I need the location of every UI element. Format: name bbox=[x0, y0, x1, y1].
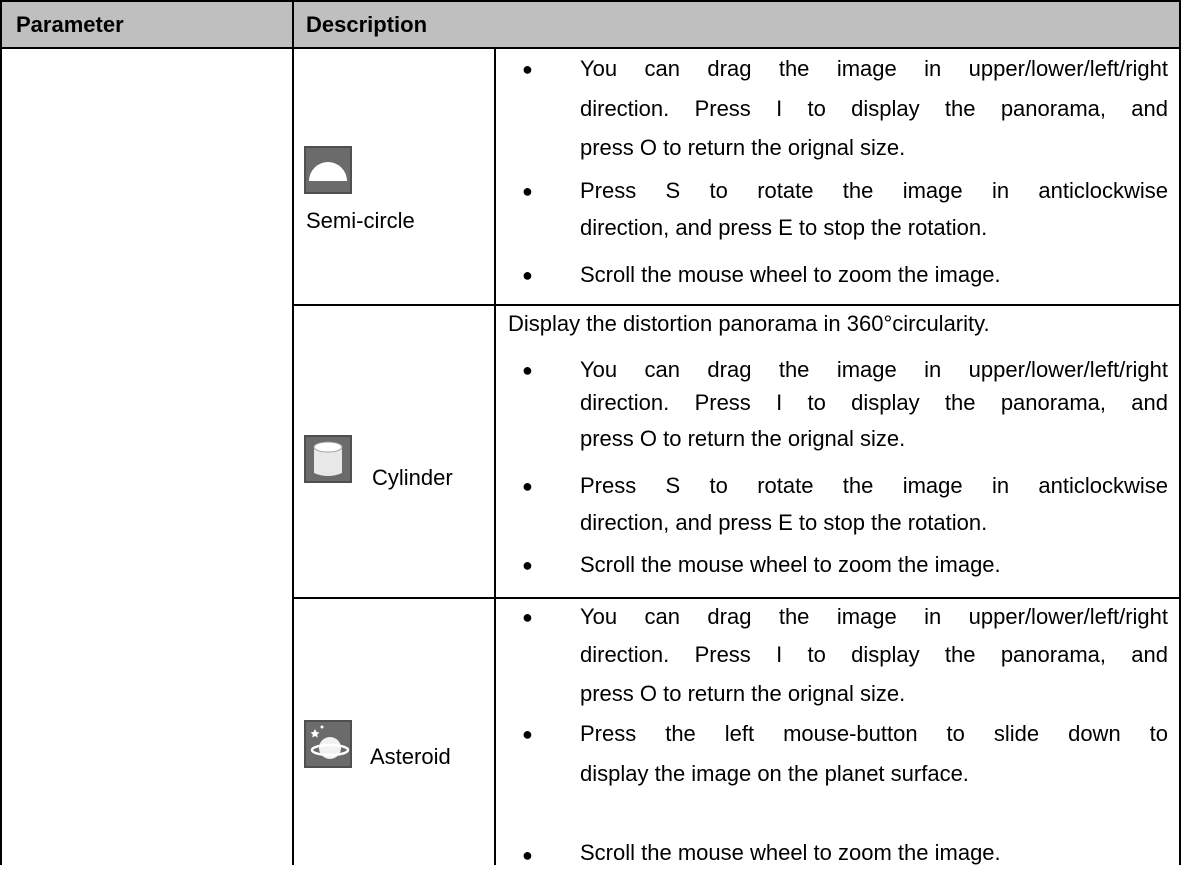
table-border-top bbox=[0, 0, 1181, 2]
description-line: Scroll the mouse wheel to zoom the image… bbox=[580, 840, 1001, 865]
description-line: direction, and press E to stop the rotat… bbox=[580, 215, 988, 240]
row-divider-1 bbox=[294, 304, 1181, 306]
description-line: Press S to rotate the image in anticlock… bbox=[580, 178, 1168, 203]
description-line: direction, and press E to stop the rotat… bbox=[580, 510, 988, 535]
description-line: press O to return the orignal size. bbox=[580, 135, 906, 160]
bullet-icon: ● bbox=[522, 265, 533, 285]
bullet-icon: ● bbox=[522, 59, 533, 79]
description-line: You can drag the image in upper/lower/le… bbox=[580, 604, 1168, 629]
description-line: direction. Press I to display the panora… bbox=[580, 96, 1168, 121]
bullet-icon: ● bbox=[522, 360, 533, 380]
mode-label-semi-circle: Semi-circle bbox=[306, 208, 415, 233]
bullet-icon: ● bbox=[522, 181, 533, 201]
row-divider-2 bbox=[294, 597, 1181, 599]
mode-label-cylinder: Cylinder bbox=[372, 465, 453, 490]
column-divider-parameter bbox=[292, 0, 294, 865]
description-line: Scroll the mouse wheel to zoom the image… bbox=[580, 552, 1001, 577]
description-line: Scroll the mouse wheel to zoom the image… bbox=[580, 262, 1001, 287]
description-line: direction. Press I to display the panora… bbox=[580, 390, 1168, 415]
bullet-icon: ● bbox=[522, 845, 533, 865]
semi-circle-icon bbox=[304, 146, 352, 194]
description-line: direction. Press I to display the panora… bbox=[580, 642, 1168, 667]
description-intro: Display the distortion panorama in 360°c… bbox=[508, 311, 990, 336]
bullet-icon: ● bbox=[522, 555, 533, 575]
bullet-icon: ● bbox=[522, 724, 533, 744]
header-description-label: Description bbox=[306, 12, 428, 37]
description-line: display the image on the planet surface. bbox=[580, 761, 969, 786]
header-description-cell: Description bbox=[294, 2, 1179, 47]
description-line: You can drag the image in upper/lower/le… bbox=[580, 56, 1168, 81]
description-line: Press the left mouse-button to slide dow… bbox=[580, 721, 1168, 746]
bullet-icon: ● bbox=[522, 607, 533, 627]
description-line: press O to return the orignal size. bbox=[580, 426, 906, 451]
description-line: You can drag the image in upper/lower/le… bbox=[580, 357, 1168, 382]
description-line: Press S to rotate the image in anticlock… bbox=[580, 473, 1168, 498]
column-divider-mode bbox=[494, 47, 496, 865]
mode-label-asteroid: Asteroid bbox=[370, 744, 451, 769]
asteroid-icon bbox=[304, 720, 352, 768]
bullet-icon: ● bbox=[522, 476, 533, 496]
cylinder-icon bbox=[304, 435, 352, 483]
header-parameter-cell: Parameter bbox=[2, 2, 292, 47]
parameter-cell bbox=[2, 49, 292, 865]
description-line: press O to return the orignal size. bbox=[580, 681, 906, 706]
header-parameter-label: Parameter bbox=[16, 12, 124, 37]
